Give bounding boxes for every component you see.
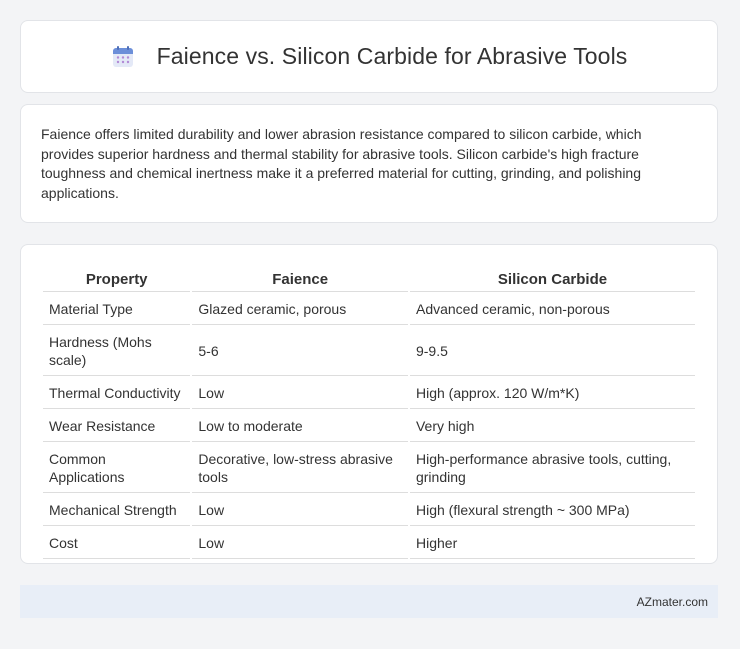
- row-property: Material Type: [43, 294, 191, 325]
- row-silicon-carbide: High-performance abrasive tools, cutting…: [409, 444, 695, 493]
- row-faience: Low to moderate: [192, 411, 408, 442]
- footer-site-link[interactable]: AZmater.com: [637, 595, 708, 609]
- table-row: Thermal Conductivity Low High (approx. 1…: [43, 378, 695, 409]
- row-silicon-carbide: Advanced ceramic, non-porous: [409, 294, 695, 325]
- title-wrap: Faience vs. Silicon Carbide for Abrasive…: [111, 43, 628, 70]
- header-silicon-carbide: Silicon Carbide: [409, 267, 695, 292]
- row-silicon-carbide: 9-9.5: [409, 327, 695, 376]
- row-faience: 5-6: [192, 327, 408, 376]
- comparison-table-card: Property Faience Silicon Carbide Materia…: [20, 244, 718, 564]
- header-faience: Faience: [192, 267, 408, 292]
- calendar-icon: [111, 45, 135, 69]
- row-faience: Low: [192, 378, 408, 409]
- row-property: Wear Resistance: [43, 411, 191, 442]
- row-faience: Decorative, low-stress abrasive tools: [192, 444, 408, 493]
- row-silicon-carbide: Very high: [409, 411, 695, 442]
- table-row: Hardness (Mohs scale) 5-6 9-9.5: [43, 327, 695, 376]
- page-title: Faience vs. Silicon Carbide for Abrasive…: [156, 43, 628, 69]
- intro-card: Faience offers limited durability and lo…: [20, 104, 718, 223]
- table-row: Material Type Glazed ceramic, porous Adv…: [43, 294, 695, 325]
- row-property: Common Applications: [43, 444, 191, 493]
- row-property: Thermal Conductivity: [43, 378, 191, 409]
- row-silicon-carbide: High (approx. 120 W/m*K): [409, 378, 695, 409]
- footer: AZmater.com: [20, 585, 718, 618]
- row-silicon-carbide: High (flexural strength ~ 300 MPa): [409, 495, 695, 526]
- row-property: Hardness (Mohs scale): [43, 327, 191, 376]
- title-card: Faience vs. Silicon Carbide for Abrasive…: [20, 20, 718, 93]
- table-row: Common Applications Decorative, low-stre…: [43, 444, 695, 493]
- comparison-table: Property Faience Silicon Carbide Materia…: [41, 265, 697, 561]
- row-property: Mechanical Strength: [43, 495, 191, 526]
- table-row: Mechanical Strength Low High (flexural s…: [43, 495, 695, 526]
- row-faience: Low: [192, 528, 408, 559]
- intro-text: Faience offers limited durability and lo…: [41, 126, 642, 201]
- row-silicon-carbide: Higher: [409, 528, 695, 559]
- table-header-row: Property Faience Silicon Carbide: [43, 267, 695, 292]
- row-faience: Glazed ceramic, porous: [192, 294, 408, 325]
- table-row: Cost Low Higher: [43, 528, 695, 559]
- row-faience: Low: [192, 495, 408, 526]
- table-row: Wear Resistance Low to moderate Very hig…: [43, 411, 695, 442]
- row-property: Cost: [43, 528, 191, 559]
- header-property: Property: [43, 267, 191, 292]
